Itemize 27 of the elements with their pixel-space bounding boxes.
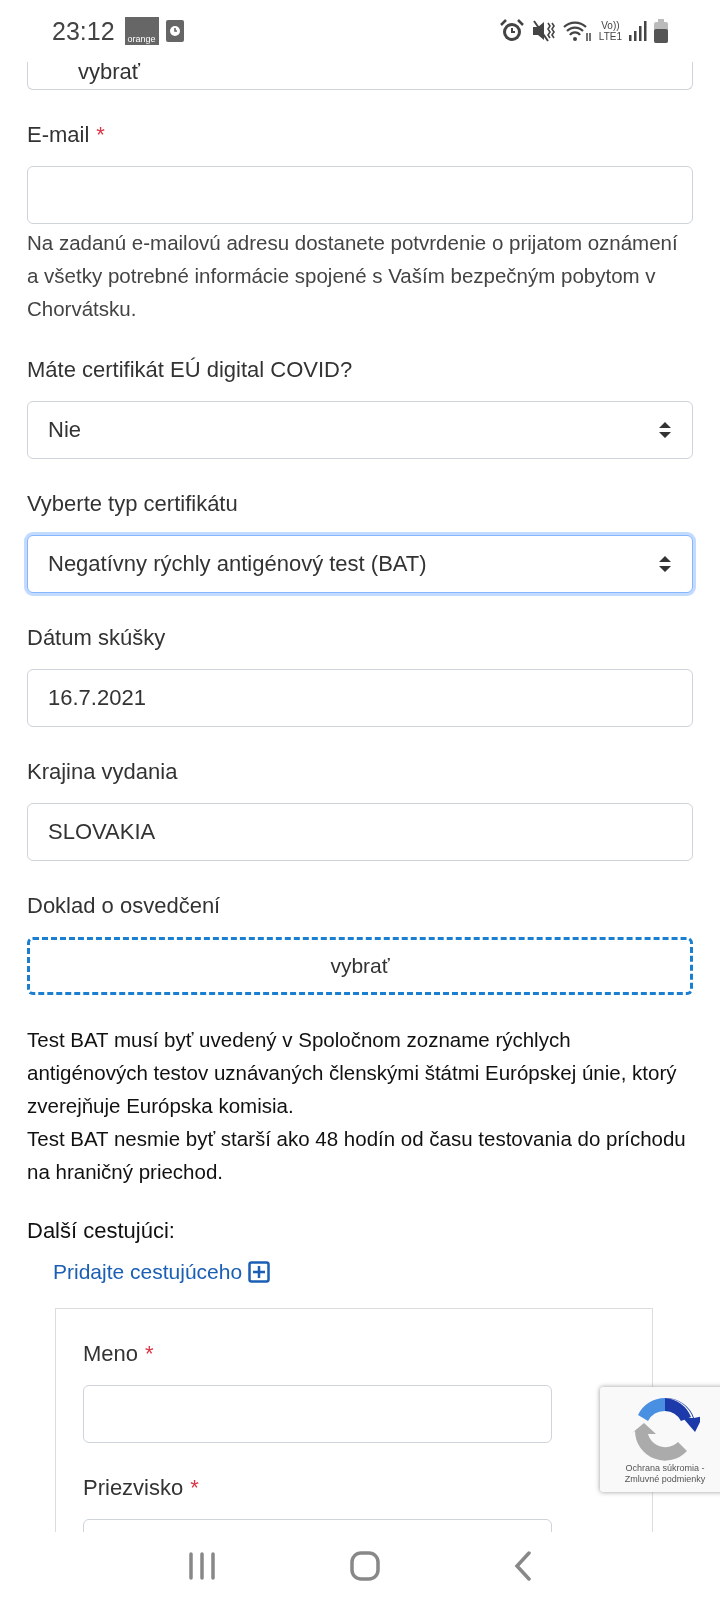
recaptcha-links[interactable]: Ochrana súkromia - Zmluvné podmienky [615, 1463, 715, 1485]
field-label: Máte certifikát EÚ digital COVID? [27, 357, 353, 382]
notice-text: Test BAT musí byť uvedený v Spoločnom zozname rýchlych antigénových testov uznávaných členskými štátmi Európskej únie, ktorý zverejňuje Európska komisia. [27, 1027, 678, 1119]
volte-indicator: Vo)) [601, 20, 620, 31]
required-mark: * [96, 122, 105, 147]
field-label: E-mail [27, 122, 90, 147]
field-label: Doklad o osvedčení [27, 893, 221, 918]
dropdown[interactable]: Negatívny rýchly antigénový test (BAT) [27, 535, 693, 593]
required-mark: * [190, 1475, 199, 1500]
upload-button[interactable]: vybrať [27, 937, 693, 995]
input-field[interactable]: 16.7.2021 [27, 669, 693, 727]
field-label: Krajina vydania [27, 759, 178, 784]
field-label: Vyberte typ certifikátu [27, 491, 238, 516]
field-label: Meno [83, 1341, 139, 1366]
network-type: LTE1 [598, 31, 622, 42]
upload-button[interactable]: vybrať [27, 62, 693, 90]
clock: 23:12 [52, 16, 115, 46]
help-text: Na zadanú e-mailovú adresu dostanete potvrdenie o prijatom oznámení a všetky potrebné informácie spojené s Vaším bezpečným pobytom v Chorvátsku. [27, 230, 679, 322]
dropdown[interactable]: Nie [27, 401, 693, 459]
field-label: Dátum skúšky [27, 625, 166, 650]
add-traveller-link[interactable]: Pridajte cestujúceho [53, 1260, 271, 1284]
carrier-logo: orange [124, 17, 159, 45]
notice-text: Test BAT nesmie byť starší ako 48 hodín od času testovania do príchodu na hraničný priechod. [27, 1126, 687, 1185]
field-label: Priezvisko [83, 1475, 184, 1500]
required-mark: * [145, 1341, 154, 1366]
input-field[interactable]: SLOVAKIA [27, 803, 693, 861]
section-heading: Další cestujúci: [27, 1218, 176, 1244]
